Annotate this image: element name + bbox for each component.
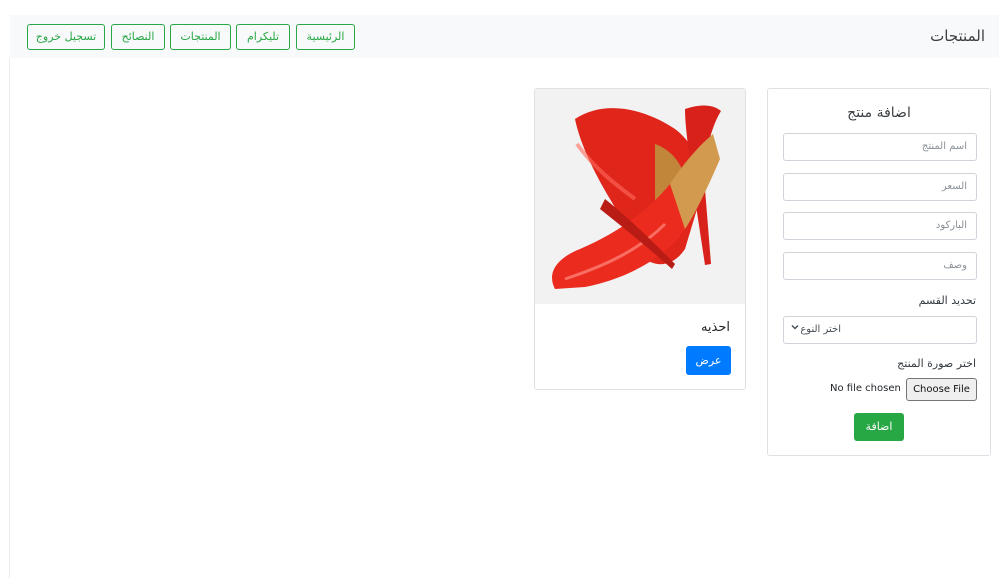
category-select[interactable]: اختر النوع xyxy=(783,316,977,344)
chevron-down-icon xyxy=(790,321,800,335)
navbar-brand[interactable]: المنتجات xyxy=(930,27,985,45)
product-name-input[interactable]: اسم المنتج xyxy=(783,133,977,161)
price-input[interactable]: السعر xyxy=(783,173,977,201)
nav-tips-button[interactable]: النصائح xyxy=(111,24,165,50)
nav-home-button[interactable]: الرئيسية xyxy=(296,24,355,50)
add-product-button[interactable]: اضافة xyxy=(854,413,904,441)
category-label: تحديد القسم xyxy=(918,294,976,307)
red-high-heel-shoe-icon xyxy=(552,105,721,289)
product-card: احذيه عرض xyxy=(534,88,746,390)
image-label: اختر صورة المنتج xyxy=(897,357,976,370)
description-input[interactable]: وصف xyxy=(783,252,977,280)
nav-products-button[interactable]: المنتجات xyxy=(170,24,231,50)
add-product-form: اضافة منتج اسم المنتج السعر الباركود وصف… xyxy=(767,88,991,456)
form-title: اضافة منتج xyxy=(847,105,911,121)
nav-logout-button[interactable]: تسجيل خروج xyxy=(27,24,105,50)
category-select-value: اختر النوع xyxy=(800,324,841,335)
view-button[interactable]: عرض xyxy=(686,346,731,375)
page-left-border xyxy=(9,58,10,578)
barcode-input[interactable]: الباركود xyxy=(783,212,977,240)
nav-telegram-button[interactable]: تليكرام xyxy=(236,24,290,50)
product-image xyxy=(535,89,745,304)
navbar: المنتجات الرئيسية تليكرام المنتجات النصا… xyxy=(10,15,999,58)
product-name: احذيه xyxy=(700,320,730,335)
file-status: No file chosen xyxy=(830,383,901,394)
choose-file-button[interactable]: Choose File xyxy=(906,378,977,401)
top-strip xyxy=(0,0,999,15)
